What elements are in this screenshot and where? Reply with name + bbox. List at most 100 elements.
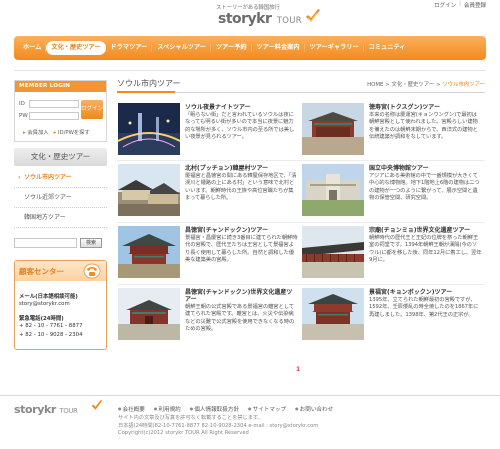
footer-brand-suffix: TOUR: [59, 407, 78, 415]
tour-description: 景福宮・昌慶宮に続き3番目に建てられた朝鮮時代の宮殿で、歴代王たちは王宮として景…: [185, 235, 298, 264]
nav-special-tour[interactable]: スペシャルツアー: [151, 41, 211, 55]
tour-card[interactable]: 北村(プッチョン)韓屋村ツアー 慶福宮と昌徳宮の間にある韓屋保存地区で、「清渓川…: [118, 164, 298, 220]
breadcrumb-separator: >: [434, 82, 443, 88]
site-logo[interactable]: ストーリーがある韓国旅行 storykr TOUR: [216, 3, 320, 33]
nav-tour-pricing[interactable]: ツアー料金案内: [250, 41, 305, 55]
join-link[interactable]: 会員加入: [27, 130, 48, 136]
tour-title[interactable]: ソウル夜景ナイトツアー: [185, 104, 298, 111]
page-title: ソウル市内ツアー: [117, 79, 181, 88]
email-label: メール(日本語相談可能): [19, 294, 78, 300]
sidebar-submenu: ソウル市内ツアー ソウル近郊ツアー 韓国地方ツアー: [14, 168, 107, 228]
tour-title[interactable]: 国立中央博物館ツアー: [369, 165, 482, 172]
pagination-current[interactable]: 1: [296, 366, 300, 373]
customer-center-title: 顧客センター: [19, 267, 64, 276]
logo-brand-suffix: TOUR: [276, 16, 302, 26]
tour-card[interactable]: 国立中央博物館ツアー アジアにある美術館の中で一番規模が大きくて中心的な博物館。…: [302, 164, 482, 220]
customer-center: 顧客センター メール(日本語相談可能) story@storykr.com 緊急…: [14, 260, 107, 350]
tour-card[interactable]: 昌徳宮(チャンドックン)世界文化遺産ツアー 朝鮮王朝の公式宮殿である景福宮の離宮…: [118, 288, 298, 344]
tour-title[interactable]: 昌徳宮(チャンドックン)ツアー: [185, 227, 298, 234]
phone-number: + 82 - 10 - 9028 - 2304: [19, 332, 83, 338]
top-links: ログイン | 会員登録: [434, 1, 486, 9]
find-id-pw-link[interactable]: ID/PWを探す: [58, 130, 90, 136]
pw-input[interactable]: [29, 112, 79, 120]
tour-thumbnail[interactable]: [118, 103, 180, 155]
footer-copyright: Copyright(c)2012 storykr TOUR All Right …: [118, 430, 249, 436]
row-divider: [117, 222, 485, 223]
breadcrumb-current: ソウル市内ツアー: [442, 82, 485, 88]
sidebar-item-seoul-city[interactable]: ソウル市内ツアー: [14, 168, 107, 188]
footer-link-company[interactable]: 会社概要: [118, 405, 145, 413]
login-title: MEMBER LOGIN: [15, 81, 106, 92]
tour-card[interactable]: 昌徳宮(チャンドックン)ツアー 景福宮・昌慶宮に続き3番目に建てられた朝鮮時代の…: [118, 226, 298, 282]
login-link[interactable]: ログイン: [434, 1, 456, 9]
tour-title[interactable]: 徳寿宮(トクスグン)ツアー: [369, 104, 482, 111]
login-box: MEMBER LOGIN ID PW ログイン ▸ 会員加入 ▸ ID/PWを探…: [14, 80, 107, 142]
checkmark-logo-icon: [306, 9, 320, 22]
checkmark-logo-icon: [91, 400, 103, 410]
top-links-separator: |: [459, 1, 461, 7]
title-underline: [117, 91, 485, 93]
id-input[interactable]: [29, 100, 79, 108]
register-link[interactable]: 会員登録: [464, 1, 486, 9]
tour-thumbnail[interactable]: [118, 226, 180, 278]
footer-divider: [0, 395, 500, 396]
footer-notice: サイト内の文章及び写真を許可なく転載することを禁じます。: [118, 415, 263, 421]
main-nav: ホーム 文化・歴史ツアー ドラマツアー スペシャルツアー ツアー予約 ツアー料金…: [14, 36, 486, 60]
login-button[interactable]: ログイン: [81, 100, 103, 119]
search-button[interactable]: 検索: [80, 238, 102, 248]
phone-number: + 82 - 10 - 7761 - 8877: [19, 323, 83, 329]
logo-wordmark: storykr TOUR: [218, 11, 302, 27]
logo-brand: storykr: [218, 11, 272, 27]
tour-title[interactable]: 北村(プッチョン)韓屋村ツアー: [185, 165, 298, 172]
tour-description: 本来の名称は慶運宮(キョンウングン)で最初は朝鮮宮殿として使われました。宮殿らし…: [369, 112, 478, 141]
tour-description: 1395年、立てられた朝鮮最初の宮殿ですが、1592年、壬辰倭乱の時全焼したのを…: [369, 297, 479, 318]
nav-culture-history[interactable]: 文化・歴史ツアー: [45, 41, 106, 55]
sub-nav-bar: [14, 61, 486, 71]
nav-home[interactable]: ホーム: [18, 41, 46, 55]
tour-thumbnail[interactable]: [302, 226, 364, 278]
tour-description: 朝鮮王朝の公式宮殿である景福宮の離宮として建てられた宮殿です。離宮とは、火災や伝…: [185, 304, 295, 333]
tour-title[interactable]: 景福宮(キョンボックン)ツアー: [369, 289, 482, 296]
row-divider: [117, 160, 485, 161]
tour-description: アジアにある美術館の中で一番規模が大きくて中心的な博物館。地下1階地上6階の建物…: [369, 173, 480, 202]
footer-link-terms[interactable]: 利用規約: [154, 405, 180, 413]
tour-card[interactable]: 宗廟(チョンミョ)世界文化遺産ツアー 朝鮮時代の歴代王と王妃の位牌を祭った朝鮮王…: [302, 226, 482, 282]
row-divider: [117, 284, 485, 285]
tour-card[interactable]: ソウル夜景ナイトツアー 「眠らない街」だと言われているソウルは夜になっても明るい…: [118, 103, 298, 159]
footer-contact: 日本語(24時間)82-10-7761-8877 82-10-9028-2304…: [118, 423, 319, 429]
tour-title[interactable]: 昌徳宮(チャンドックン)世界文化遺産ツアー: [185, 289, 298, 303]
footer-link-contact[interactable]: お問い合わせ: [295, 405, 334, 413]
tour-thumbnail[interactable]: [118, 164, 180, 216]
breadcrumb-section[interactable]: 文化・歴史ツアー: [391, 82, 434, 88]
nav-tour-gallery[interactable]: ツアーギャラリー: [303, 41, 364, 55]
pw-label: PW: [19, 113, 28, 119]
footer-logo: storykr TOUR: [14, 403, 78, 416]
sidebar-item-seoul-suburb[interactable]: ソウル近郊ツアー: [14, 188, 107, 208]
nav-tour-reservation[interactable]: ツアー予約: [210, 41, 252, 55]
tour-thumbnail[interactable]: [118, 288, 180, 340]
tour-description: 「眠らない街」だと言われているソウルは夜になっても明るい街が多いので本当に夜景に…: [185, 112, 295, 141]
logo-subtitle: ストーリーがある韓国旅行: [216, 5, 280, 11]
tour-title[interactable]: 宗廟(チョンミョ)世界文化遺産ツアー: [369, 227, 482, 234]
footer-brand: storykr: [14, 403, 56, 416]
tour-card[interactable]: 徳寿宮(トクスグン)ツアー 本来の名称は慶運宮(キョンウングン)で最初は朝鮮宮殿…: [302, 103, 482, 159]
footer-links: 会社概要 利用規約 個人情報取扱方針 サイトマップ お問い合わせ: [118, 405, 334, 413]
footer-link-privacy[interactable]: 個人情報取扱方針: [190, 405, 239, 413]
tour-thumbnail[interactable]: [302, 164, 364, 216]
sidebar-section-title: 文化・歴史ツアー: [14, 148, 107, 166]
footer-link-sitemap[interactable]: サイトマップ: [248, 405, 287, 413]
sidebar-item-korea-regional[interactable]: 韓国地方ツアー: [14, 208, 107, 228]
breadcrumb: HOME > 文化・歴史ツアー > ソウル市内ツアー: [367, 80, 485, 88]
email-address[interactable]: story@storykr.com: [19, 301, 70, 307]
tour-description: 朝鮮時代の歴代王と王妃の位牌を祭った朝鮮王室の祠堂です。1394年朝鮮王朝が漢陽…: [369, 235, 482, 264]
phone-icon: [83, 263, 101, 279]
tour-card[interactable]: 景福宮(キョンボックン)ツアー 1395年、立てられた朝鮮最初の宮殿ですが、15…: [302, 288, 482, 344]
tour-thumbnail[interactable]: [302, 288, 364, 340]
tour-thumbnail[interactable]: [302, 103, 364, 155]
nav-drama-tour[interactable]: ドラマツアー: [104, 41, 153, 55]
login-links: ▸ 会員加入 ▸ ID/PWを探す: [23, 128, 90, 136]
nav-community[interactable]: コミュニティ: [362, 41, 411, 55]
phone-label: 緊急電話(24時間): [19, 316, 64, 322]
breadcrumb-home[interactable]: HOME: [367, 82, 383, 88]
search-input[interactable]: [14, 238, 77, 248]
